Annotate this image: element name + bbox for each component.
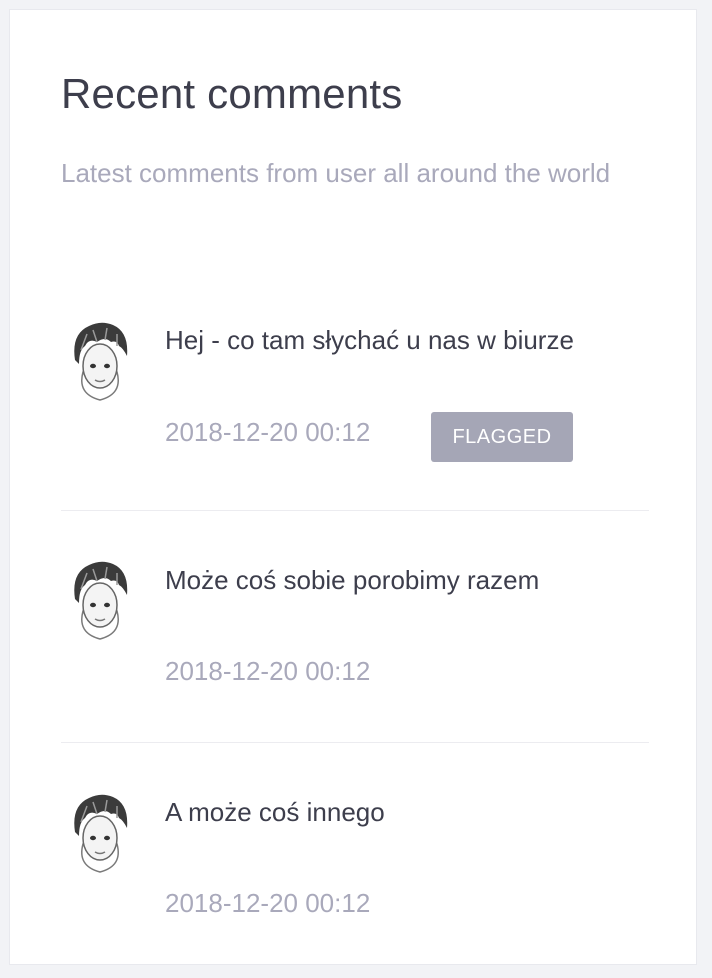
card-subtitle: Latest comments from user all around the… (61, 158, 611, 188)
user-avatar-icon[interactable] (67, 320, 133, 402)
card-title: Recent comments (61, 70, 403, 117)
user-avatar-icon[interactable] (67, 559, 133, 641)
comment-date: 2018-12-20 00:12 (165, 417, 371, 447)
comment-list: Hej - co tam słychać u nas w biurze 2018… (61, 292, 649, 973)
comment-text: A może coś innego (165, 797, 385, 827)
recent-comments-card: Recent comments Latest comments from use… (9, 9, 697, 965)
comment-text: Może coś sobie porobimy razem (165, 565, 540, 595)
user-avatar-icon[interactable] (67, 792, 133, 874)
comment-item: Może coś sobie porobimy razem 2018-12-20… (61, 511, 649, 743)
comment-text: Hej - co tam słychać u nas w biurze (165, 325, 574, 355)
comment-item: Hej - co tam słychać u nas w biurze 2018… (61, 292, 649, 511)
comment-item: A może coś innego 2018-12-20 00:12 (61, 743, 649, 973)
comment-date: 2018-12-20 00:12 (165, 888, 371, 918)
comment-date: 2018-12-20 00:12 (165, 656, 371, 686)
flagged-badge: FLAGGED (431, 412, 573, 462)
